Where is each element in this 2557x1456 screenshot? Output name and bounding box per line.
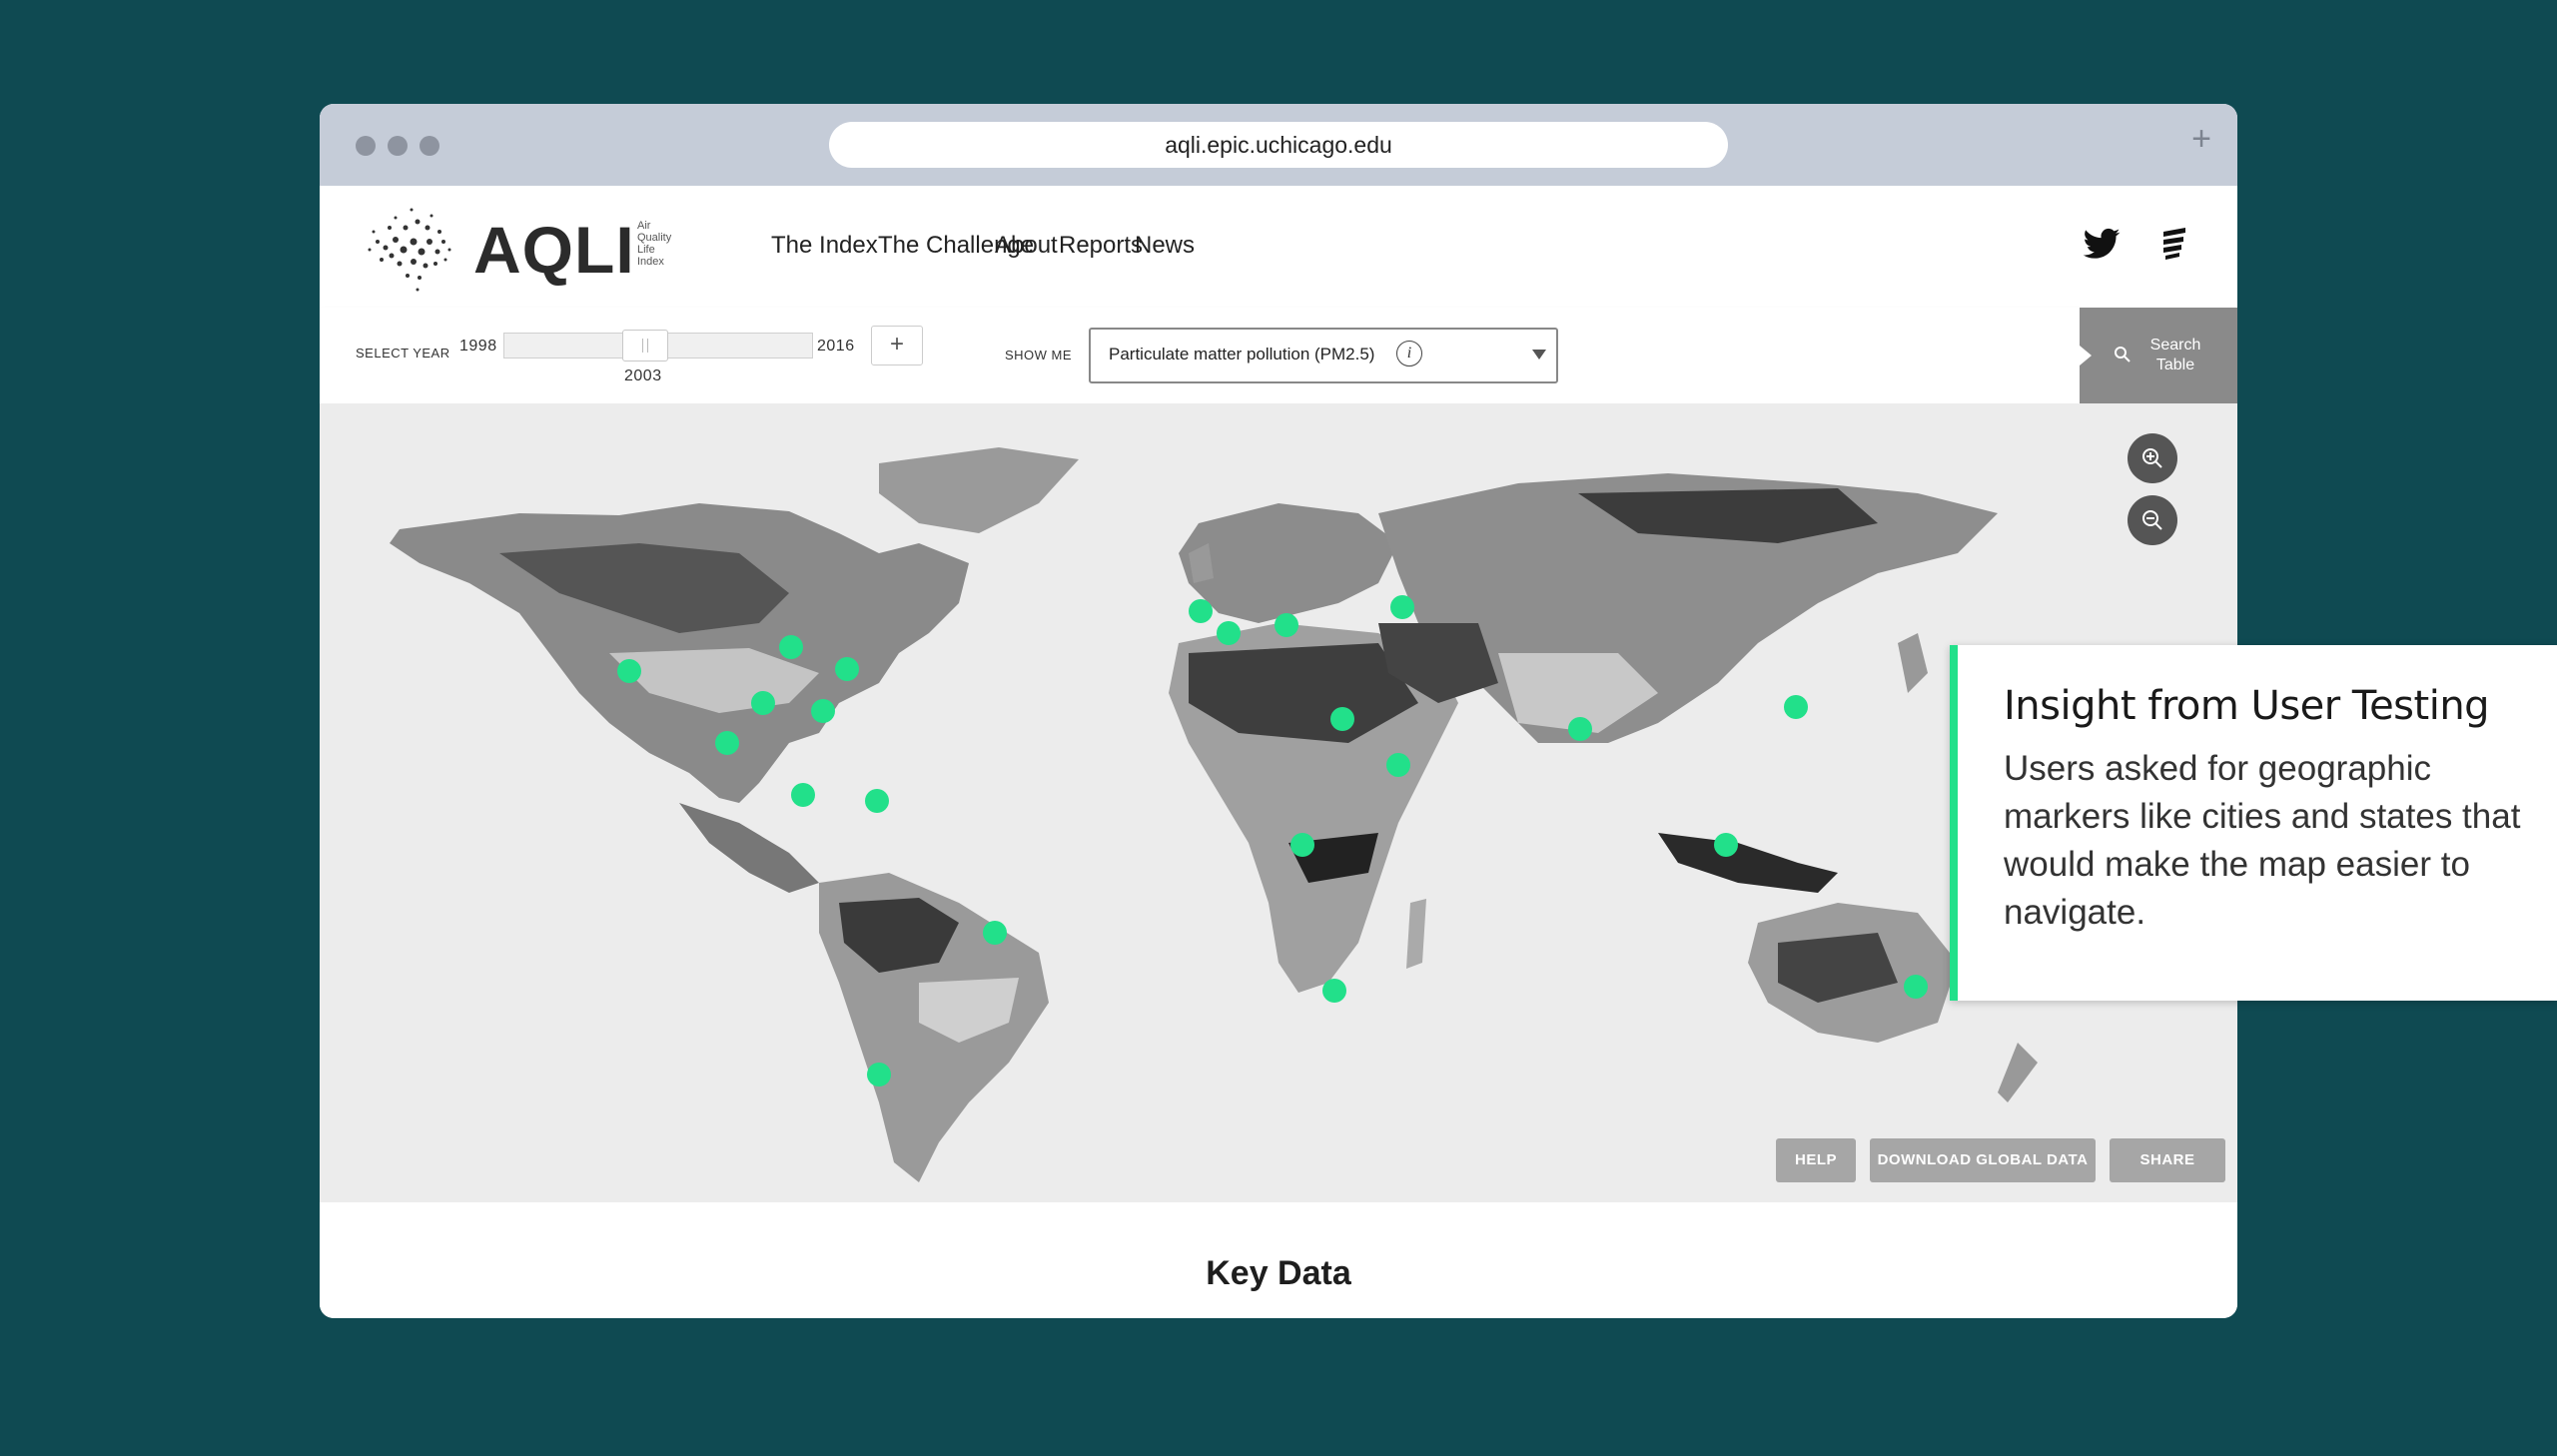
zoom-out-button[interactable] xyxy=(2128,495,2177,545)
zoom-out-icon xyxy=(2142,510,2162,530)
madagascar-shape xyxy=(1406,899,1426,969)
city-marker[interactable] xyxy=(779,635,803,659)
key-data-section: Key Data xyxy=(320,1202,2237,1318)
site-logo-text[interactable]: AQLI xyxy=(473,212,635,288)
city-marker[interactable] xyxy=(811,699,835,723)
window-maximize-dot[interactable] xyxy=(420,136,439,156)
year-slider[interactable] xyxy=(503,330,813,362)
search-table-label: Search Table xyxy=(2149,337,2201,373)
share-button[interactable]: SHARE xyxy=(2110,1138,2225,1182)
nav-item-about[interactable]: About xyxy=(995,232,1058,260)
metric-select[interactable]: Particulate matter pollution (PM2.5) i xyxy=(1089,328,1558,383)
new-zealand-shape xyxy=(1998,1043,2038,1102)
logo-sub-line: Index xyxy=(637,256,664,268)
year-min-label: 1998 xyxy=(459,338,497,355)
insight-callout: Insight from User Testing Users asked fo… xyxy=(1950,645,2557,1001)
city-marker[interactable] xyxy=(791,783,815,807)
city-marker[interactable] xyxy=(867,1063,891,1087)
logo-sub-line: Air xyxy=(637,220,651,232)
logo-subtitle: Air Quality Life Index xyxy=(637,220,671,268)
help-button[interactable]: HELP xyxy=(1776,1138,1856,1182)
nav-item-reports[interactable]: Reports xyxy=(1059,232,1143,260)
city-marker[interactable] xyxy=(1714,833,1738,857)
logo-sub-line: Life xyxy=(637,244,655,256)
site-header: AQLI Air Quality Life Index The Index Th… xyxy=(320,186,2237,309)
city-marker[interactable] xyxy=(617,659,641,683)
browser-toolbar: aqli.epic.uchicago.edu + xyxy=(320,104,2237,186)
nav-item-the-index[interactable]: The Index xyxy=(771,232,878,260)
metric-select-value: Particulate matter pollution (PM2.5) xyxy=(1109,345,1375,364)
plus-icon[interactable]: + xyxy=(2191,120,2211,159)
epic-logo-icon[interactable] xyxy=(2153,224,2193,264)
add-year-button[interactable]: + xyxy=(871,326,923,365)
city-marker[interactable] xyxy=(1189,599,1213,623)
japan-shape xyxy=(1898,633,1928,693)
indonesia-shape xyxy=(1658,833,1838,893)
logo-sub-line: Quality xyxy=(637,232,672,244)
city-marker[interactable] xyxy=(1568,717,1592,741)
nav-item-news[interactable]: News xyxy=(1135,232,1195,260)
city-marker[interactable] xyxy=(1386,753,1410,777)
city-marker[interactable] xyxy=(1275,613,1298,637)
year-max-label: 2016 xyxy=(817,338,855,355)
key-data-heading: Key Data xyxy=(1206,1254,1351,1292)
select-year-label: SELECT YEAR xyxy=(356,346,450,361)
city-marker[interactable] xyxy=(835,657,859,681)
info-icon[interactable]: i xyxy=(1396,341,1422,366)
europe-shape xyxy=(1179,503,1398,623)
tab-notch xyxy=(2080,346,2092,365)
central-america-shape xyxy=(679,803,819,893)
city-marker[interactable] xyxy=(1290,833,1314,857)
window-close-dot[interactable] xyxy=(356,136,376,156)
year-slider-handle[interactable] xyxy=(622,330,668,362)
year-selected-label: 2003 xyxy=(624,367,662,384)
search-table-button[interactable]: Search Table xyxy=(2080,308,2237,403)
city-marker[interactable] xyxy=(983,921,1007,945)
search-icon xyxy=(2115,347,2131,363)
zoom-in-button[interactable] xyxy=(2128,433,2177,483)
city-marker[interactable] xyxy=(1904,975,1928,999)
city-marker[interactable] xyxy=(1330,707,1354,731)
map-controls-bar: SELECT YEAR 1998 2016 2003 + SHOW ME Par… xyxy=(320,308,2237,403)
city-marker[interactable] xyxy=(1390,595,1414,619)
twitter-icon[interactable] xyxy=(2082,224,2122,264)
zoom-in-icon xyxy=(2142,448,2162,468)
download-global-data-button[interactable]: DOWNLOAD GLOBAL DATA xyxy=(1870,1138,2096,1182)
address-bar[interactable]: aqli.epic.uchicago.edu xyxy=(829,122,1728,168)
insight-body: Users asked for geographic markers like … xyxy=(2004,749,2521,932)
city-marker[interactable] xyxy=(715,731,739,755)
city-marker[interactable] xyxy=(1784,695,1808,719)
window-minimize-dot[interactable] xyxy=(388,136,408,156)
city-marker[interactable] xyxy=(1322,979,1346,1003)
aqli-logo-icon[interactable] xyxy=(356,198,461,298)
insight-title: Insight from User Testing xyxy=(2004,683,2490,729)
greenland-shape xyxy=(879,447,1079,533)
city-marker[interactable] xyxy=(751,691,775,715)
show-me-label: SHOW ME xyxy=(1005,348,1073,363)
city-marker[interactable] xyxy=(1217,621,1241,645)
chevron-down-icon xyxy=(1532,350,1546,360)
city-marker[interactable] xyxy=(865,789,889,813)
